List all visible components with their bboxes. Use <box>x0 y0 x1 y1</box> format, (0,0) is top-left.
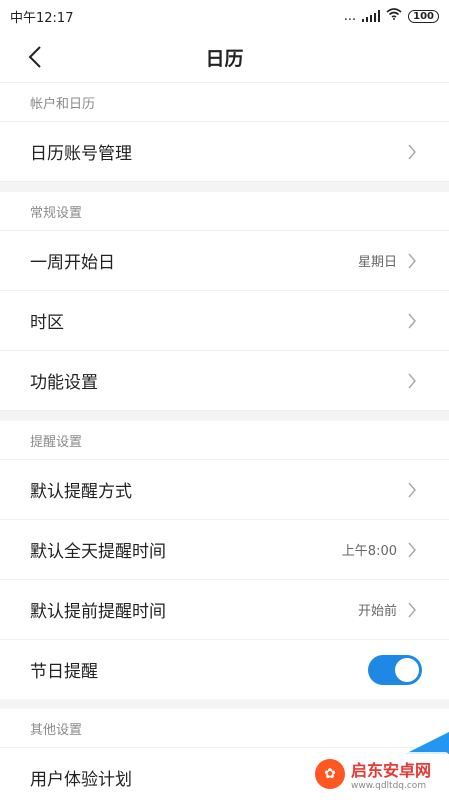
row-label: 一周开始日 <box>30 253 115 273</box>
row-advance-reminder-time[interactable]: 默认提前提醒时间 开始前 <box>0 580 449 640</box>
row-default-reminder-method[interactable]: 默认提醒方式 <box>0 460 449 520</box>
status-icons: ... 100 <box>344 8 439 24</box>
chevron-right-icon <box>407 542 419 558</box>
section-gap <box>0 182 449 192</box>
chevron-right-icon <box>407 482 419 498</box>
row-label: 默认提醒方式 <box>30 482 132 502</box>
row-calendar-accounts[interactable]: 日历账号管理 <box>0 122 449 182</box>
row-label: 功能设置 <box>30 373 98 393</box>
toggle-knob <box>395 657 419 682</box>
section-header-general: 常规设置 <box>0 192 449 231</box>
row-label: 用户体验计划 <box>30 770 132 790</box>
row-feature-settings[interactable]: 功能设置 <box>0 351 449 411</box>
chevron-right-icon <box>407 144 419 160</box>
wifi-icon <box>386 8 402 24</box>
section-header-reminders: 提醒设置 <box>0 421 449 460</box>
chevron-right-icon <box>407 313 419 329</box>
chevron-right-icon <box>407 373 419 389</box>
row-label: 默认全天提醒时间 <box>30 542 166 562</box>
chevron-left-icon <box>28 46 41 68</box>
row-holiday-reminder: 节日提醒 <box>0 640 449 699</box>
row-all-day-reminder-time[interactable]: 默认全天提醒时间 上午8:00 <box>0 520 449 580</box>
page-title: 日历 <box>205 47 244 70</box>
section-header-other: 其他设置 <box>0 709 449 748</box>
section-header-accounts: 帐户和日历 <box>0 83 449 122</box>
row-value: 星期日 <box>357 255 397 270</box>
row-value: 上午8:00 <box>341 544 397 559</box>
row-user-experience-program[interactable]: 用户体验计划 <box>0 748 449 807</box>
section-gap <box>0 699 449 709</box>
row-label: 节日提醒 <box>30 662 98 682</box>
chevron-right-icon <box>407 253 419 269</box>
back-button[interactable] <box>22 44 48 70</box>
dots-indicator: ... <box>343 8 357 24</box>
row-time-zone[interactable]: 时区 <box>0 291 449 351</box>
section-gap <box>0 411 449 421</box>
row-label: 默认提前提醒时间 <box>30 602 166 622</box>
row-value: 开始前 <box>357 604 397 619</box>
row-label: 时区 <box>30 313 64 333</box>
status-bar: 中午12:17 ... 100 <box>0 0 449 32</box>
signal-icon <box>362 10 381 22</box>
chevron-right-icon <box>407 602 419 618</box>
row-label: 日历账号管理 <box>30 144 132 164</box>
status-time: 中午12:17 <box>10 10 74 26</box>
row-week-start[interactable]: 一周开始日 星期日 <box>0 231 449 291</box>
holiday-reminder-toggle[interactable] <box>368 654 422 685</box>
title-bar: 日历 <box>0 32 449 83</box>
battery-icon: 100 <box>408 9 439 23</box>
